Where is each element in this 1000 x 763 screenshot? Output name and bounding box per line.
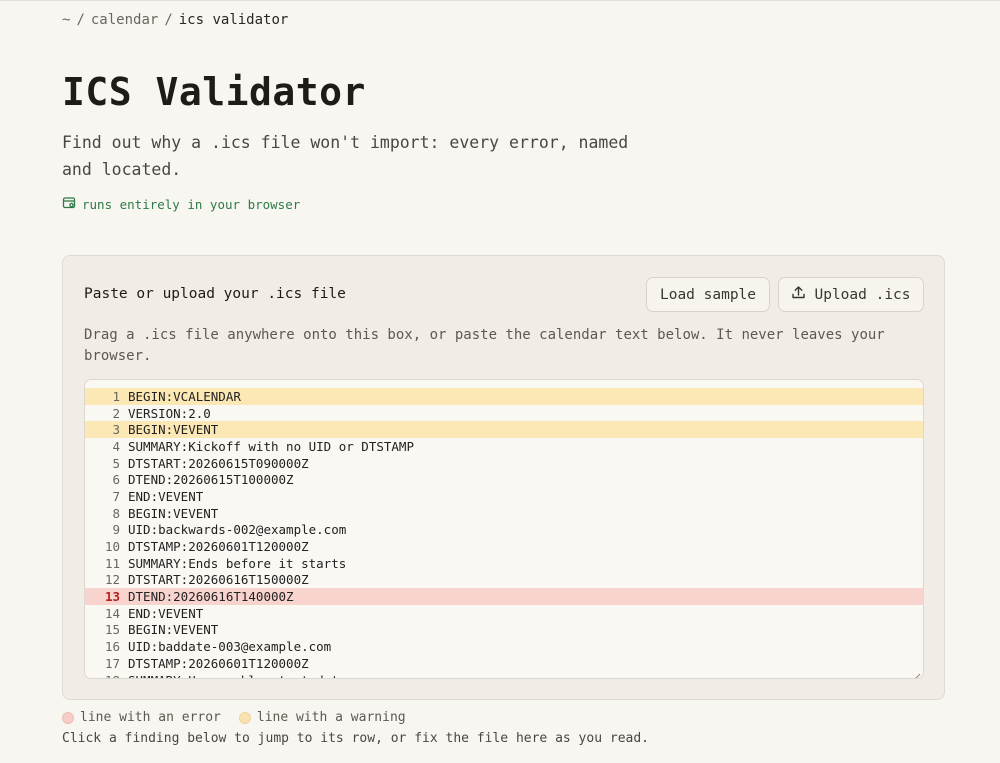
editor-line[interactable]: 12 DTSTART:20260616T150000Z [85, 572, 923, 589]
input-card: Paste or upload your .ics file Load samp… [62, 255, 945, 700]
editor-line[interactable]: 17 DTSTAMP:20260601T120000Z [85, 655, 923, 672]
upload-ics-button[interactable]: Upload .ics [778, 277, 924, 312]
top-divider [0, 0, 1000, 1]
line-number: 10 [104, 539, 120, 555]
line-text: VERSION:2.0 [128, 405, 211, 421]
line-text: END:VEVENT [128, 605, 204, 621]
line-text: BEGIN:VCALENDAR [128, 388, 241, 404]
line-number: 9 [112, 522, 120, 538]
editor-line[interactable]: 5 DTSTART:20260615T090000Z [85, 455, 923, 472]
line-text: SUMMARY:Kickoff with no UID or DTSTAMP [128, 438, 414, 454]
breadcrumb-calendar[interactable]: calendar [91, 12, 158, 28]
line-text: BEGIN:VEVENT [128, 505, 219, 521]
line-legend: line with an error line with a warning [62, 710, 406, 725]
error-swatch [62, 711, 74, 724]
line-text: SUMMARY:Ends before it starts [128, 555, 347, 571]
page-title: ICS Validator [62, 70, 366, 114]
upload-ics-label: Upload .ics [814, 286, 911, 303]
local-processing-note: runs entirely in your browser [62, 196, 300, 213]
line-number: 8 [112, 505, 120, 521]
line-text: BEGIN:VEVENT [128, 422, 219, 438]
line-number: 18 [85, 673, 128, 678]
upload-icon [791, 285, 806, 304]
line-number: 14 [104, 605, 120, 621]
warning-swatch [238, 711, 251, 724]
input-card-title: Paste or upload your .ics file [84, 286, 346, 302]
editor-line[interactable]: 15 BEGIN:VEVENT [85, 622, 923, 639]
editor-line[interactable]: 8 BEGIN:VEVENT [85, 505, 923, 522]
editor-line[interactable]: 1 BEGIN:VCALENDAR [85, 388, 923, 405]
line-number: 11 [104, 555, 120, 571]
line-text: UID:baddate-003@example.com [128, 639, 332, 655]
breadcrumb-current: ics validator [178, 12, 289, 28]
editor-line[interactable]: 7 END:VEVENT [85, 488, 923, 505]
line-text: DTEND:20260615T100000Z [128, 472, 294, 488]
editor-line[interactable]: 11 SUMMARY:Ends before it starts [85, 555, 923, 572]
resize-handle-icon[interactable] [912, 667, 921, 678]
line-number: 5 [112, 455, 120, 471]
local-processing-text: runs entirely in your browser [82, 197, 301, 212]
editor-line[interactable]: 13 DTEND:20260616T140000Z [85, 588, 923, 605]
editor-line[interactable]: 16 UID:baddate-003@example.com [85, 638, 923, 655]
load-sample-label: Load sample [659, 286, 757, 303]
legend-warning-label: line with a warning [256, 710, 406, 725]
line-number: 12 [104, 572, 120, 588]
editor-line[interactable]: 4 SUMMARY:Kickoff with no UID or DTSTAMP [85, 438, 923, 455]
breadcrumb-separator: / [164, 12, 173, 28]
editor-line[interactable]: 18SUMMARY:Unparsable start date [85, 672, 923, 678]
line-text: UID:backwards-002@example.com [128, 522, 347, 538]
line-text: DTSTAMP:20260601T120000Z [128, 539, 309, 555]
line-number: 1 [112, 388, 120, 404]
editor-line[interactable]: 2 VERSION:2.0 [85, 405, 923, 422]
line-number: 3 [112, 422, 120, 438]
line-text: END:VEVENT [128, 488, 204, 504]
browser-shield-icon [62, 196, 76, 213]
line-number: 4 [112, 438, 120, 454]
line-text: DTSTART:20260616T150000Z [128, 572, 309, 588]
line-number: 2 [112, 405, 120, 421]
editor-line[interactable]: 10 DTSTAMP:20260601T120000Z [85, 538, 923, 555]
line-number: 6 [112, 472, 120, 488]
editor-line[interactable]: 9 UID:backwards-002@example.com [85, 522, 923, 539]
line-number: 15 [104, 622, 120, 638]
input-card-description: Drag a .ics file anywhere onto this box,… [84, 327, 885, 364]
line-text: SUMMARY:Unparsable start date [128, 673, 346, 678]
breadcrumb: ~ / calendar / ics validator [62, 12, 288, 28]
load-sample-button[interactable]: Load sample [646, 277, 770, 312]
editor-line[interactable]: 6 DTEND:20260615T100000Z [85, 471, 923, 488]
line-number: 7 [112, 488, 120, 504]
breadcrumb-separator: / [76, 12, 85, 28]
legend-error-label: line with an error [80, 710, 221, 725]
line-number: 17 [104, 655, 120, 671]
ics-editor[interactable]: 1 BEGIN:VCALENDAR 2 VERSION:2.0 3 BEGIN:VEVEN… [84, 379, 924, 679]
line-number: 16 [104, 639, 120, 655]
line-text: DTSTAMP:20260601T120000Z [128, 655, 309, 671]
line-text: DTSTART:20260615T090000Z [128, 455, 309, 471]
page-subtitle: Find out why a .ics file won't import: e… [62, 133, 629, 179]
editor-line[interactable]: 14 END:VEVENT [85, 605, 923, 622]
findings-hint: Click a finding below to jump to its row… [62, 731, 649, 746]
line-text: DTEND:20260616T140000Z [128, 589, 294, 605]
line-number: 13 [104, 589, 120, 605]
editor-line[interactable]: 3 BEGIN:VEVENT [85, 421, 923, 439]
editor-lines: 1 BEGIN:VCALENDAR 2 VERSION:2.0 3 BEGIN:VEVEN… [85, 388, 923, 678]
line-text: BEGIN:VEVENT [128, 622, 219, 638]
breadcrumb-home[interactable]: ~ [62, 12, 70, 28]
